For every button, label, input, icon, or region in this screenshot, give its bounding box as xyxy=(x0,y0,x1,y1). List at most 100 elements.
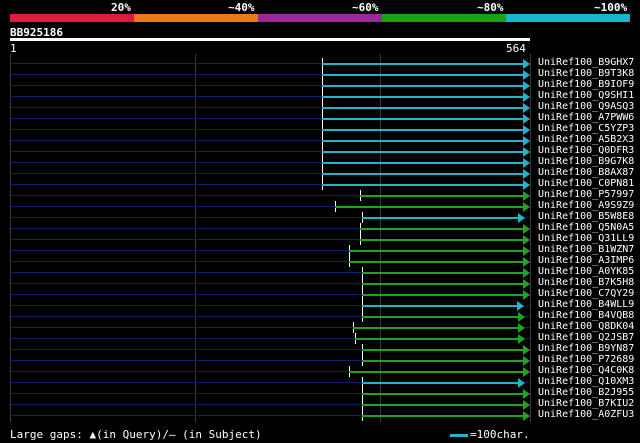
hit-label[interactable]: UniRef100_A3IMP6 xyxy=(538,255,634,266)
hit-label[interactable]: UniRef100_Q9ASQ3 xyxy=(538,101,634,112)
query-bar xyxy=(10,38,530,41)
hit-label[interactable]: UniRef100_A0ZFU3 xyxy=(538,409,634,420)
hit-label[interactable]: UniRef100_C5YZP3 xyxy=(538,123,634,134)
hit-arrow-icon xyxy=(523,389,530,399)
hit-bar[interactable] xyxy=(362,294,524,296)
hit-bar[interactable] xyxy=(322,162,524,164)
hit-label[interactable]: UniRef100_P57997 xyxy=(538,189,634,200)
hit-label[interactable]: UniRef100_B7KIU2 xyxy=(538,398,634,409)
scale-label-40: ~40% xyxy=(228,1,255,14)
hit-label[interactable]: UniRef100_B1WZN7 xyxy=(538,244,634,255)
hit-label[interactable]: UniRef100_A5B2X3 xyxy=(538,134,634,145)
hit-bar[interactable] xyxy=(362,272,524,274)
hit-bar[interactable] xyxy=(362,382,519,384)
hit-bar[interactable] xyxy=(362,360,524,362)
hit-bar[interactable] xyxy=(335,206,524,208)
hit-bar[interactable] xyxy=(349,371,524,373)
hit-label[interactable]: UniRef100_A9S9Z9 xyxy=(538,200,634,211)
hit-bar[interactable] xyxy=(362,349,524,351)
hit-bar[interactable] xyxy=(322,151,524,153)
hit-bar[interactable] xyxy=(322,96,524,98)
hit-bar[interactable] xyxy=(349,261,524,263)
hit-arrow-icon xyxy=(523,81,530,91)
hit-arrow-icon xyxy=(523,125,530,135)
hit-label[interactable]: UniRef100_Q31LL9 xyxy=(538,233,634,244)
query-start: 1 xyxy=(10,42,17,55)
hit-arrow-icon xyxy=(523,103,530,113)
hit-bar[interactable] xyxy=(322,173,524,175)
hit-bar[interactable] xyxy=(360,195,524,197)
hit-label[interactable]: UniRef100_Q5N0A5 xyxy=(538,222,634,233)
hit-bar[interactable] xyxy=(322,74,524,76)
hit-bar[interactable] xyxy=(362,305,517,307)
hit-arrow-icon xyxy=(523,235,530,245)
hit-row[interactable]: UniRef100_A0ZFU3 xyxy=(0,409,640,421)
hit-label[interactable]: UniRef100_B9YN87 xyxy=(538,343,634,354)
scale-label-60: ~60% xyxy=(352,1,379,14)
scale-bar-60 xyxy=(258,14,382,22)
hit-arrow-icon xyxy=(518,213,525,223)
hit-label[interactable]: UniRef100_B4VQB8 xyxy=(538,310,634,321)
hit-label[interactable]: UniRef100_B9G7K8 xyxy=(538,156,634,167)
hit-bar[interactable] xyxy=(362,316,519,318)
hit-bar[interactable] xyxy=(355,338,520,340)
hit-bar[interactable] xyxy=(349,250,524,252)
hit-arrow-icon xyxy=(523,224,530,234)
hit-arrow-icon xyxy=(518,334,525,344)
hit-label[interactable]: UniRef100_B2J955 xyxy=(538,387,634,398)
hit-bar[interactable] xyxy=(322,63,524,65)
hit-bar[interactable] xyxy=(353,327,519,329)
hit-arrow-icon xyxy=(523,268,530,278)
legend-scale-swatch xyxy=(450,434,468,437)
hit-arrow-icon xyxy=(523,59,530,69)
hit-bar[interactable] xyxy=(360,228,524,230)
hit-bar[interactable] xyxy=(322,129,524,131)
hit-bar[interactable] xyxy=(360,239,524,241)
hit-arrow-icon xyxy=(523,169,530,179)
hit-arrow-icon xyxy=(523,411,530,421)
hit-arrow-icon xyxy=(523,202,530,212)
hit-label[interactable]: UniRef100_B4WLL9 xyxy=(538,299,634,310)
hit-label[interactable]: UniRef100_Q2JSB7 xyxy=(538,332,634,343)
hit-bar[interactable] xyxy=(362,283,524,285)
hit-label[interactable]: UniRef100_Q9SHI1 xyxy=(538,90,634,101)
hit-bar[interactable] xyxy=(322,140,524,142)
hit-arrow-icon xyxy=(518,312,525,322)
scale-bar-40 xyxy=(134,14,258,22)
hit-bar[interactable] xyxy=(322,118,524,120)
hit-label[interactable]: UniRef100_Q4C0K8 xyxy=(538,365,634,376)
scale-label-20: 20% xyxy=(111,1,131,14)
hit-bar[interactable] xyxy=(322,85,524,87)
hit-arrow-icon xyxy=(523,114,530,124)
hit-label[interactable]: UniRef100_P72689 xyxy=(538,354,634,365)
hit-bar[interactable] xyxy=(362,393,524,395)
hit-label[interactable]: UniRef100_Q10XM3 xyxy=(538,376,634,387)
hit-bar[interactable] xyxy=(322,184,524,186)
hit-arrow-icon xyxy=(523,367,530,377)
hit-label[interactable]: UniRef100_A0YK85 xyxy=(538,266,634,277)
hit-bar[interactable] xyxy=(362,415,524,417)
hit-label[interactable]: UniRef100_C0PN81 xyxy=(538,178,634,189)
hit-bar[interactable] xyxy=(322,107,524,109)
hit-bar[interactable] xyxy=(362,404,524,406)
hit-arrow-icon xyxy=(523,345,530,355)
hit-label[interactable]: UniRef100_C7QY29 xyxy=(538,288,634,299)
identity-scale: 20% ~40% ~60% ~80% ~100% xyxy=(10,0,630,24)
hit-arrow-icon xyxy=(523,147,530,157)
hit-label[interactable]: UniRef100_Q0DFR3 xyxy=(538,145,634,156)
hit-label[interactable]: UniRef100_B9IOF9 xyxy=(538,79,634,90)
hit-label[interactable]: UniRef100_A7PWW6 xyxy=(538,112,634,123)
hit-arrow-icon xyxy=(523,136,530,146)
hit-label[interactable]: UniRef100_Q8DK04 xyxy=(538,321,634,332)
hit-label[interactable]: UniRef100_B8AX87 xyxy=(538,167,634,178)
hit-label[interactable]: UniRef100_B7K5H8 xyxy=(538,277,634,288)
hit-label[interactable]: UniRef100_B9T3K8 xyxy=(538,68,634,79)
hit-arrow-icon xyxy=(523,246,530,256)
hit-label[interactable]: UniRef100_B9GHX7 xyxy=(538,57,634,68)
hit-label[interactable]: UniRef100_B5W8E8 xyxy=(538,211,634,222)
hit-arrow-icon xyxy=(523,180,530,190)
hit-arrow-icon xyxy=(523,92,530,102)
hit-bar[interactable] xyxy=(362,217,519,219)
query-end: 564 xyxy=(506,42,526,55)
scale-label-100: ~100% xyxy=(594,1,628,14)
